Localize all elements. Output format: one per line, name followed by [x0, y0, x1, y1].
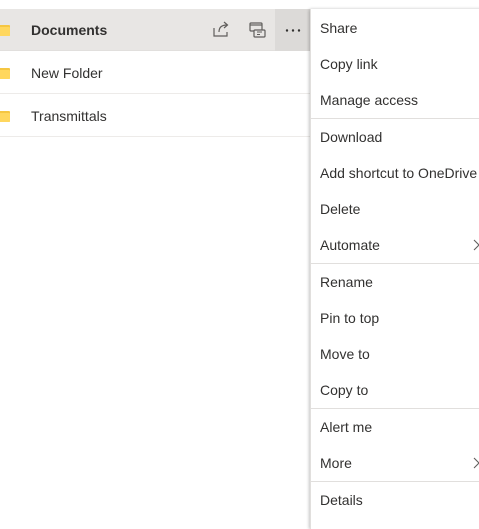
- share-icon[interactable]: [210, 19, 232, 41]
- menu-item-label: Move to: [320, 346, 370, 362]
- folder-icon: [0, 25, 10, 36]
- menu-item-copy-to[interactable]: Copy to: [311, 372, 479, 408]
- more-options-button[interactable]: [275, 9, 310, 51]
- menu-item-label: Automate: [320, 237, 380, 253]
- menu-item-add-shortcut[interactable]: Add shortcut to OneDrive: [311, 155, 479, 191]
- chevron-right-icon: [473, 457, 479, 469]
- menu-item-label: Manage access: [320, 92, 419, 108]
- folder-icon: [0, 68, 10, 79]
- menu-item-label: Pin to top: [320, 310, 380, 326]
- menu-item-copy-link[interactable]: Copy link: [311, 46, 479, 82]
- menu-item-label: Delete: [320, 201, 361, 217]
- menu-item-label: Copy to: [320, 382, 369, 398]
- menu-item-pin-to-top[interactable]: Pin to top: [311, 300, 479, 336]
- menu-item-download[interactable]: Download: [311, 119, 479, 155]
- menu-item-delete[interactable]: Delete: [311, 191, 479, 227]
- menu-item-share[interactable]: Share: [311, 10, 479, 46]
- menu-item-label: Download: [320, 129, 383, 145]
- menu-item-label: Details: [320, 492, 363, 508]
- menu-item-alert-me[interactable]: Alert me: [311, 409, 479, 445]
- menu-item-manage-access[interactable]: Manage access: [311, 82, 479, 118]
- file-name[interactable]: Transmittals: [31, 108, 107, 124]
- menu-item-label: Rename: [320, 274, 373, 290]
- file-name[interactable]: Documents: [31, 22, 107, 38]
- file-name[interactable]: New Folder: [31, 65, 103, 81]
- menu-item-label: Share: [320, 20, 358, 36]
- folder-icon: [0, 111, 10, 122]
- chevron-right-icon: [473, 239, 479, 251]
- menu-item-label: Copy link: [320, 56, 378, 72]
- menu-item-label: More: [320, 455, 352, 471]
- menu-item-more[interactable]: More: [311, 445, 479, 481]
- menu-item-label: Alert me: [320, 419, 373, 435]
- menu-item-label: Add shortcut to OneDrive: [320, 165, 478, 181]
- menu-item-details[interactable]: Details: [311, 482, 479, 518]
- more-ellipsis-icon: [285, 29, 301, 32]
- context-menu: Share Copy link Manage access Download A…: [310, 9, 479, 529]
- menu-item-move-to[interactable]: Move to: [311, 336, 479, 372]
- open-in-teams-icon[interactable]: [246, 19, 268, 41]
- menu-item-automate[interactable]: Automate: [311, 227, 479, 263]
- menu-item-rename[interactable]: Rename: [311, 264, 479, 300]
